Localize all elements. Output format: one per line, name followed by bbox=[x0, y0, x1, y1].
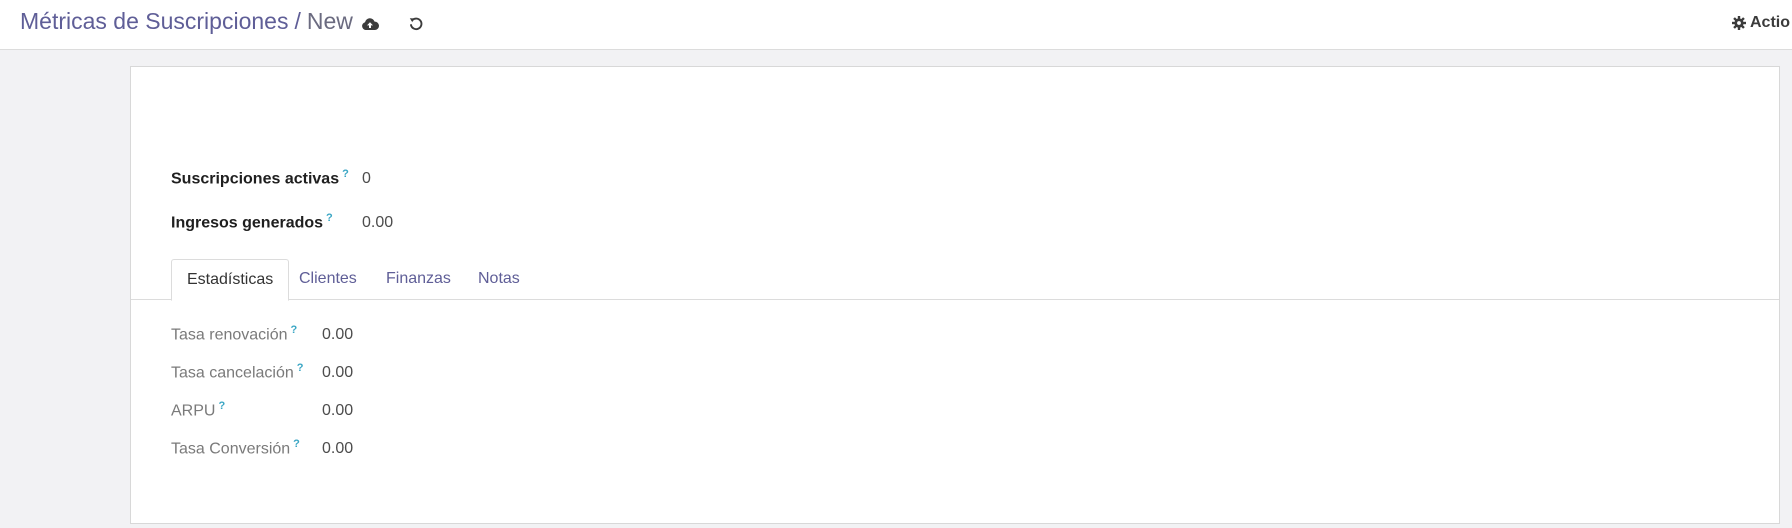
form-sheet: Suscripciones activas? 0 Ingresos genera… bbox=[130, 66, 1780, 524]
stat-value[interactable]: 0.00 bbox=[322, 364, 353, 382]
stat-tasa-conversion: Tasa Conversión? 0.00 bbox=[171, 438, 353, 458]
tab-clientes[interactable]: Clientes bbox=[299, 259, 357, 300]
gear-icon bbox=[1732, 16, 1746, 30]
actions-button[interactable]: Actio bbox=[1732, 14, 1790, 32]
help-tooltip-icon[interactable]: ? bbox=[291, 324, 298, 336]
tab-finanzas[interactable]: Finanzas bbox=[386, 259, 451, 300]
breadcrumb: Métricas de Suscripciones / New bbox=[20, 8, 353, 35]
notebook-tabs: Estadísticas Clientes Finanzas Notas bbox=[131, 259, 1779, 301]
tab-estadisticas[interactable]: Estadísticas bbox=[171, 259, 290, 301]
stat-label: Tasa cancelación? bbox=[171, 362, 304, 382]
stat-value[interactable]: 0.00 bbox=[322, 402, 353, 420]
breadcrumb-parent-link[interactable]: Métricas de Suscripciones bbox=[20, 8, 288, 34]
stat-value[interactable]: 0.00 bbox=[322, 326, 353, 344]
stat-arpu: ARPU? 0.00 bbox=[171, 400, 353, 420]
save-button[interactable] bbox=[357, 12, 383, 36]
field-value[interactable]: 0 bbox=[362, 170, 371, 188]
breadcrumb-current: New bbox=[306, 8, 353, 34]
field-label: Ingresos generados? bbox=[171, 212, 333, 232]
help-tooltip-icon[interactable]: ? bbox=[218, 400, 225, 412]
field-ingresos-generados: Ingresos generados? 0.00 bbox=[171, 212, 393, 232]
breadcrumb-separator: / bbox=[294, 8, 301, 34]
stat-label: ARPU? bbox=[171, 400, 226, 420]
field-label: Suscripciones activas? bbox=[171, 168, 349, 188]
help-tooltip-icon[interactable]: ? bbox=[293, 438, 300, 450]
stat-label: Tasa Conversión? bbox=[171, 438, 300, 458]
tab-notas[interactable]: Notas bbox=[478, 259, 520, 300]
stat-tasa-renovacion: Tasa renovación? 0.00 bbox=[171, 324, 353, 344]
help-tooltip-icon[interactable]: ? bbox=[326, 212, 333, 224]
cloud-upload-icon bbox=[362, 18, 379, 30]
undo-icon bbox=[409, 17, 423, 31]
actions-label: Actio bbox=[1750, 14, 1790, 31]
field-value[interactable]: 0.00 bbox=[362, 214, 393, 232]
field-suscripciones-activas: Suscripciones activas? 0 bbox=[171, 168, 371, 188]
stat-value[interactable]: 0.00 bbox=[322, 440, 353, 458]
discard-button[interactable] bbox=[403, 12, 429, 36]
control-panel: Métricas de Suscripciones / New Actio bbox=[0, 0, 1792, 50]
help-tooltip-icon[interactable]: ? bbox=[342, 168, 349, 180]
help-tooltip-icon[interactable]: ? bbox=[297, 362, 304, 374]
stat-label: Tasa renovación? bbox=[171, 324, 298, 344]
stat-tasa-cancelacion: Tasa cancelación? 0.00 bbox=[171, 362, 353, 382]
